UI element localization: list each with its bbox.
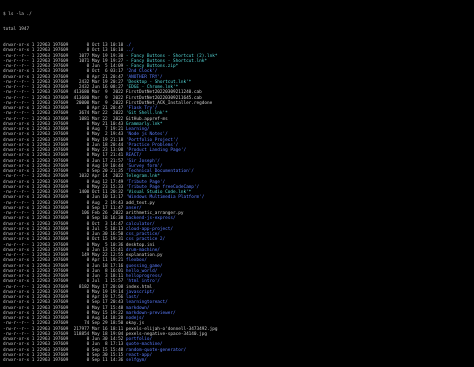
- listing-row-name: REACT/: [125, 153, 142, 159]
- listing-row-meta: drwxr-xr-x 1 22963 197609 0 Oct 13 10:10: [3, 48, 126, 54]
- listing-row-meta: drwxr-xr-x 1 22963 197609 0 Sep 18 16:38: [3, 216, 126, 222]
- listing-row-meta: drwxr-xr-x 1 22963 197609 0 Oct 15 19:31: [3, 237, 126, 243]
- listing-row-meta: drwxr-xr-x 1 22963 197609 0 May 2 19:43: [3, 132, 126, 138]
- listing-row-name: ../: [125, 48, 134, 54]
- listing-row-meta: drwxr-xr-x 1 22963 197609 0 Jun 8 17:13: [3, 342, 126, 348]
- listing-row-meta: drwxr-xr-x 1 22963 197609 0 May 17 15:48: [3, 305, 126, 311]
- listing-row-meta: -rw-r--r-- 1 22963 197609 413680 Mar 9 2…: [3, 95, 126, 101]
- listing-row-name: calculator/: [125, 221, 155, 227]
- listing-row: drwxr-xr-x 1 22963 197609 0 Sep 11 14:36…: [3, 358, 473, 363]
- listing-row-meta: drwxr-xr-x 1 22963 197609 0 Jul 1 15:57: [3, 279, 126, 285]
- listing-row-name: pexels-elijah-o'donnell-3473492.jpg: [125, 326, 218, 332]
- directory-listing: drwxr-xr-x 1 22963 197609 0 Oct 13 10:10…: [3, 43, 473, 363]
- listing-row-meta: drwxr-xr-x 1 22963 197609 0 May 19 21:18: [3, 137, 126, 143]
- listing-row-name: learningtoreact/: [125, 300, 168, 306]
- listing-row-meta: -rw-r--r-- 1 22963 197609 3674 Mar 22 20…: [3, 111, 126, 117]
- listing-row-meta: -rw-r--r-- 1 22963 197609 0 May 5 10:36: [3, 242, 126, 248]
- listing-row-meta: drwxr-xr-x 1 22963 197609 0 Apr 21 20:47: [3, 74, 126, 80]
- listing-row-name: flexbox/: [125, 258, 147, 264]
- listing-row-name: 'ANOTHER TRY'/: [125, 74, 163, 80]
- listing-row-meta: -rw-r--r-- 1 22963 197609 74 Sep 29 18:5…: [3, 321, 126, 327]
- listing-row-name: desktop.ini: [125, 242, 155, 248]
- listing-row-name: okay.js: [125, 321, 145, 327]
- listing-row-meta: -rw-r--r-- 1 22963 197609 1077 May 19 19…: [3, 53, 126, 59]
- listing-row-meta: drwxr-xr-x 1 22963 197609 0 Sep 15 15:48: [3, 347, 126, 353]
- listing-row-name: - Fancy Buttons - Shortcut (2).lnk*: [125, 53, 218, 59]
- listing-row-meta: drwxr-xr-x 1 22963 197609 0 Sep 11 14:36: [3, 358, 126, 364]
- listing-row-meta: -rw-r--r-- 1 22963 197609 8182 May 17 20…: [3, 284, 126, 290]
- listing-row-name: index.html: [125, 284, 153, 290]
- listing-row-name: 'Windows Multimedia Platform'/: [125, 195, 205, 201]
- listing-row-meta: drwxr-xr-x 1 22963 197609 0 Jun 17 21:57: [3, 158, 126, 164]
- listing-total: total 1947: [3, 27, 30, 33]
- listing-row-name: '2nd Clock'/: [125, 69, 158, 75]
- listing-row-name: guessing_game/: [125, 263, 163, 269]
- listing-row-name: 'Tribute Page'/: [125, 179, 166, 185]
- listing-row-meta: drwxr-xr-x 1 22963 197609 0 Jun 10 13:17: [3, 195, 126, 201]
- listing-row-name: GitHub.appref-ms: [125, 116, 168, 122]
- listing-row-name: markdown/: [125, 305, 150, 311]
- listing-row-meta: -rw-r--r-- 1 22963 197609 0 Aug 2 19:43: [3, 200, 126, 206]
- listing-row-meta: drwxr-xr-x 1 22963 197609 0 Sep 17 20:43: [3, 300, 126, 306]
- listing-row-meta: drwxr-xr-x 1 22963 197609 0 Oct 3 14:47: [3, 221, 126, 227]
- listing-row-name: random-quote-generator/: [125, 347, 187, 353]
- listing-row-meta: -rw-r--r-- 1 22963 197609 217977 Mar 16 …: [3, 326, 126, 332]
- listing-row-name: 'Git Shell.lnk'*: [125, 111, 168, 117]
- listing-row-name: FirstDotNet20220309211240.cab: [125, 90, 202, 96]
- listing-row-meta: -rw-r--r-- 1 22963 197609 1032 Apr 14 20…: [3, 174, 126, 180]
- listing-row-meta: drwxr-xr-x 1 22963 197609 0 Apr 11 19:21: [3, 258, 126, 264]
- listing-row-name: 'html intro'/: [125, 279, 160, 285]
- listing-row-name: 'Portfolio Project'/: [125, 137, 179, 143]
- listing-row-meta: -rw-r--r-- 1 22963 197609 413680 Mar 9 2…: [3, 90, 126, 96]
- listing-row-name: selfgym/: [125, 358, 147, 364]
- listing-row-meta: drwxr-xr-x 1 22963 197609 0 May 17 21:41: [3, 153, 126, 159]
- listing-row-name: 'Node js Notes'/: [125, 132, 168, 138]
- shell-prompt: $ ls -la ./: [3, 11, 32, 17]
- listing-row-name: add_text.py: [125, 200, 155, 206]
- listing-row-name: FirstDotNet20220309211645.cab: [125, 95, 202, 101]
- listing-row-name: quote-machine/: [125, 342, 163, 348]
- listing-row-name: Telegram.lnk*: [125, 174, 160, 180]
- listing-row-name: 'Sir Joseph'/: [125, 158, 160, 164]
- listing-row-meta: drwxr-xr-x 1 22963 197609 0 Jun 18 17:16: [3, 263, 126, 269]
- listing-row-meta: drwxr-xr-x 1 22963 197609 0 Oct 6 03:17: [3, 69, 126, 75]
- listing-row-name: css practice 2/: [125, 237, 166, 243]
- listing-row-name: backend-js-express/: [125, 216, 176, 222]
- listing-row-meta: -rw-r--r-- 1 22963 197609 1081 Mar 22 20…: [3, 116, 126, 122]
- terminal-window[interactable]: $ ls -la ./ total 1947 drwxr-xr-x 1 2296…: [3, 1, 473, 366]
- listing-row-meta: drwxr-xr-x 1 22963 197609 0 Aug 12 17:49: [3, 179, 126, 185]
